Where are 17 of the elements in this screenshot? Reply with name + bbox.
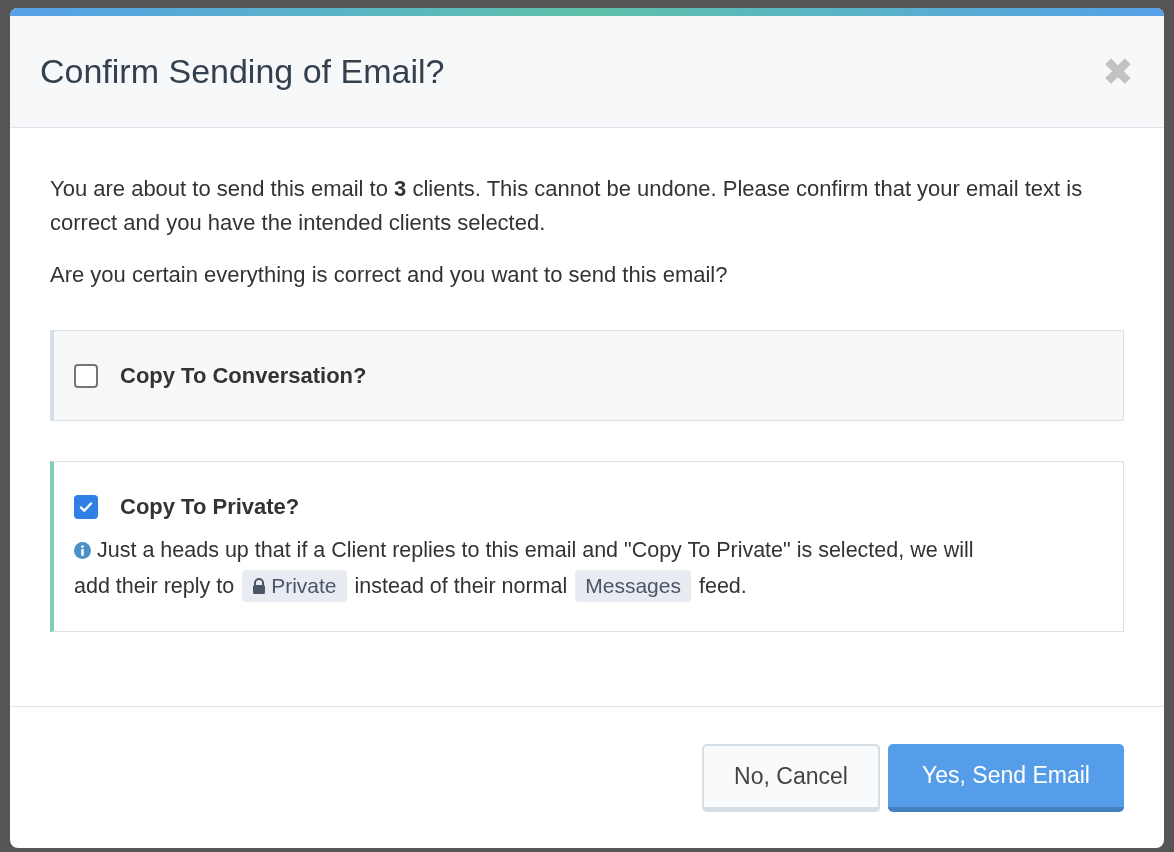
checkbox[interactable]	[74, 363, 98, 388]
dialog-title: Confirm Sending of Email?	[40, 51, 445, 92]
checkbox[interactable]	[74, 494, 98, 519]
feed-badge: Private	[242, 570, 347, 602]
info-text: add their reply to	[74, 572, 235, 600]
info-text: Just a heads up that if a Client replies to this email and "Copy To Private" is selected, we will	[97, 536, 974, 564]
info-text: instead of their normal	[354, 572, 568, 600]
close-button[interactable]: ✖	[1102, 52, 1134, 91]
send-button[interactable]: Yes, Send Email	[888, 743, 1124, 812]
info-text: feed.	[698, 572, 747, 600]
info-icon	[74, 541, 91, 559]
option-label: Copy To Private?	[120, 493, 300, 521]
cancel-button[interactable]: No, Cancel	[702, 743, 880, 812]
message-text: You are about to send this email to 3 clients. This cannot be undone. Please confirm that your email text is correct and you have the intended clients selected.	[50, 175, 1084, 237]
feed-badge: Messages	[575, 570, 691, 602]
question-text: Are you certain everything is correct and you want to send this email?	[50, 261, 729, 289]
option-label: Copy To Conversation?	[120, 362, 367, 390]
